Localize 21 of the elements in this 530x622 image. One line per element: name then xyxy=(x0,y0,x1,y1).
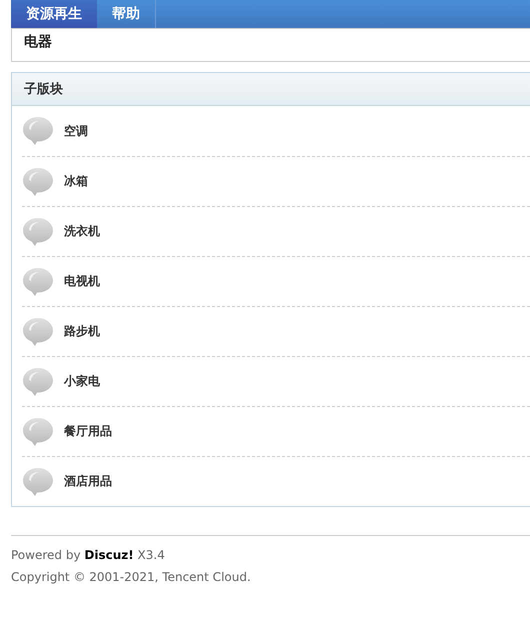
subforum-link[interactable]: 酒店用品 xyxy=(64,473,112,490)
speech-bubble-icon xyxy=(22,116,54,146)
forum-title: 电器 xyxy=(23,33,53,52)
speech-bubble-icon xyxy=(22,216,54,246)
speech-bubble-icon xyxy=(22,266,54,296)
subforum-link[interactable]: 冰箱 xyxy=(64,173,88,190)
speech-bubble-icon xyxy=(22,466,54,496)
subforum-link[interactable]: 小家电 xyxy=(64,373,100,390)
subforum-link[interactable]: 电视机 xyxy=(64,273,100,290)
powered-by-text: Powered by Discuz! X3.4 xyxy=(11,548,166,562)
speech-bubble-icon xyxy=(22,366,54,396)
subforum-link[interactable]: 洗衣机 xyxy=(64,223,100,240)
panel-heading: 子版块 xyxy=(12,73,530,106)
speech-bubble-icon xyxy=(22,316,54,346)
subforum-link[interactable]: 路步机 xyxy=(64,323,100,340)
subforum-link[interactable]: 空调 xyxy=(64,122,88,140)
subforum-link[interactable]: 餐厅用品 xyxy=(64,423,112,440)
speech-bubble-icon xyxy=(22,416,54,446)
copyright-text: Copyright © 2001-2021, Tencent Cloud. xyxy=(11,570,252,584)
nav-tab[interactable]: 资源再生 xyxy=(11,0,97,28)
speech-bubble-icon xyxy=(22,166,54,196)
